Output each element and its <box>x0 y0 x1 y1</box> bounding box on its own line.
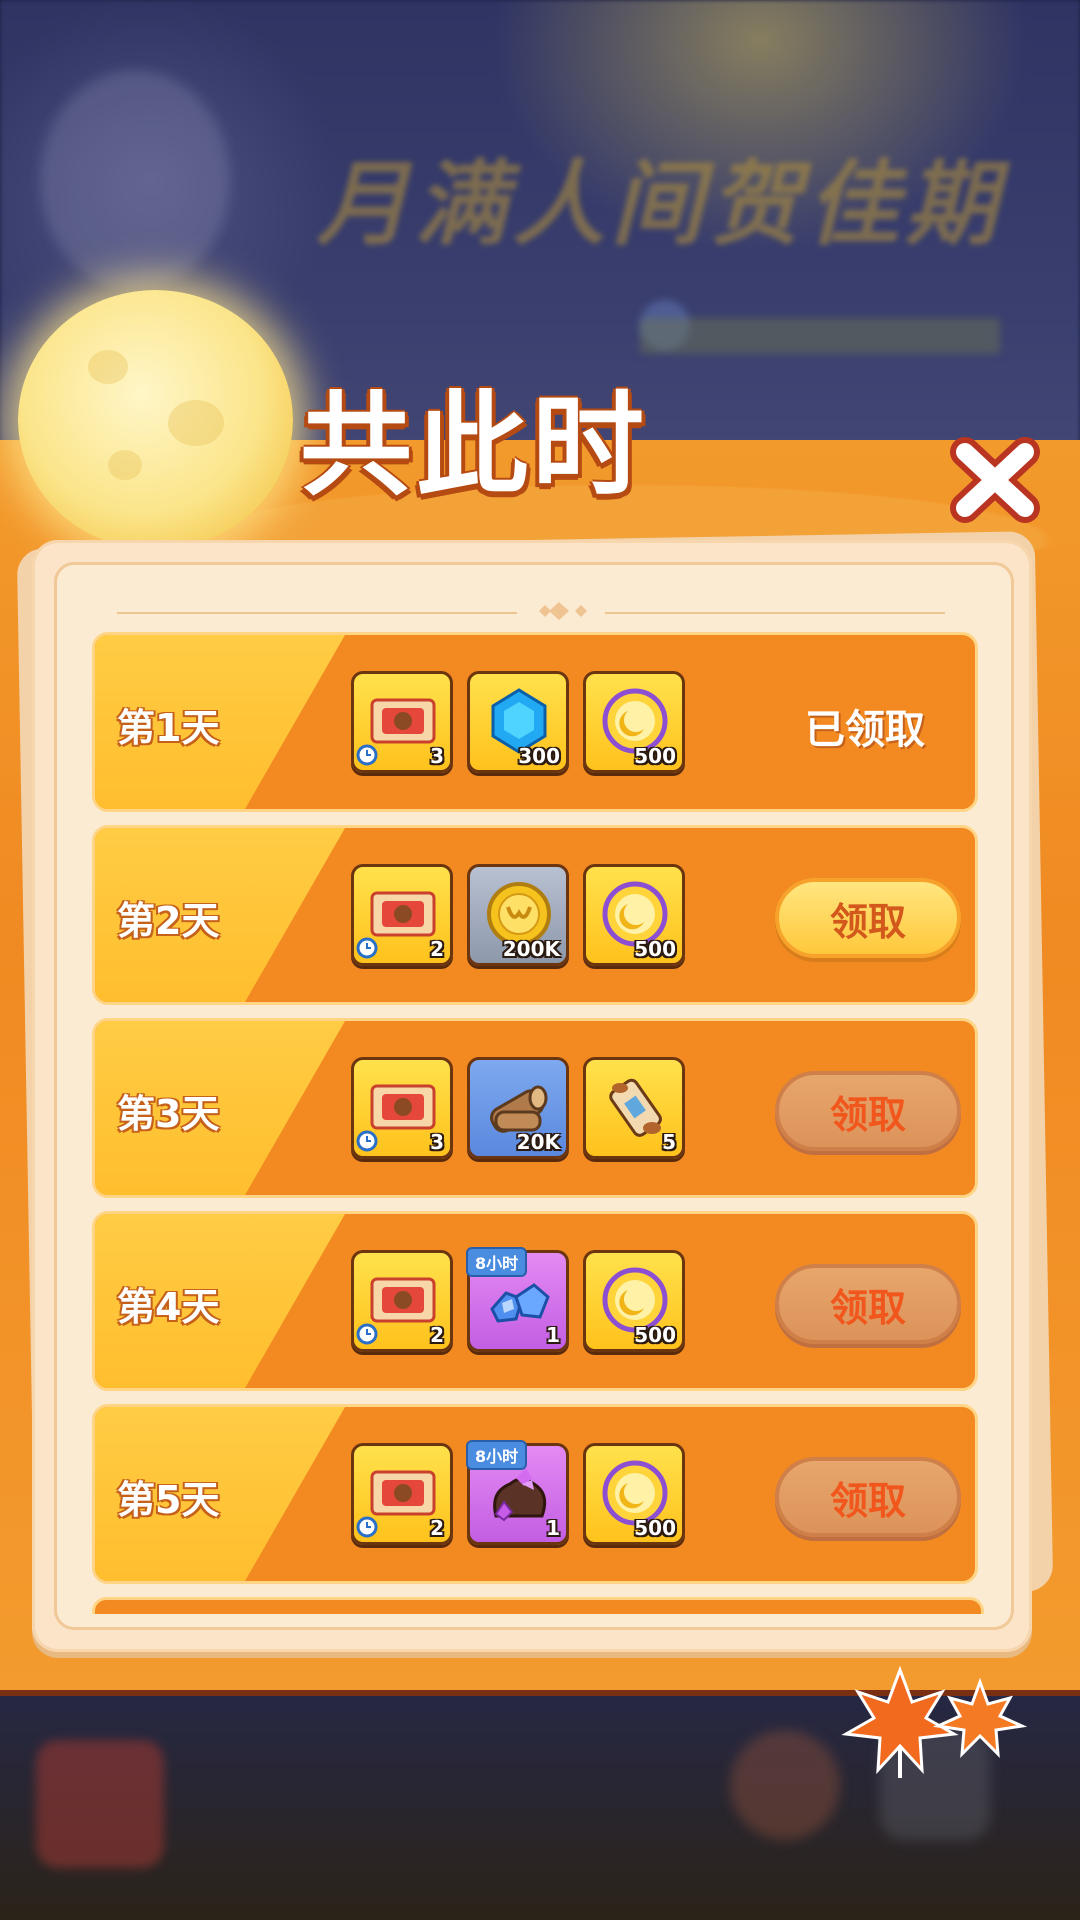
item-quantity: 500 <box>634 1323 676 1347</box>
reward-item[interactable]: 300 <box>467 671 569 773</box>
diamond-ornament-icon <box>539 602 587 620</box>
reward-item[interactable]: 500 <box>583 1443 685 1545</box>
clock-icon <box>356 1130 378 1152</box>
item-quantity: 2 <box>430 1516 444 1540</box>
item-quantity: 200K <box>502 937 560 961</box>
item-quantity: 500 <box>634 937 676 961</box>
item-quantity: 2 <box>430 937 444 961</box>
day-row-2: 第2天 2 200K 500 领取 <box>92 825 978 1005</box>
reward-item[interactable]: 500 <box>583 864 685 966</box>
item-quantity: 300 <box>518 744 560 768</box>
day-label: 第5天 <box>117 1478 220 1522</box>
clock-icon <box>356 937 378 959</box>
popup-title: 共此时 <box>300 381 648 511</box>
item-quantity: 3 <box>430 744 444 768</box>
reward-list: 第1天 3 300 500 已领取 第2天 2 200K 500 领取 第3天 … <box>92 632 978 1597</box>
reward-item[interactable]: 500 <box>583 671 685 773</box>
item-quantity: 1 <box>546 1323 560 1347</box>
item-quantity: 3 <box>430 1130 444 1154</box>
close-button[interactable] <box>945 430 1045 530</box>
background-banner-title: 月满人间贺佳期 <box>316 150 1003 258</box>
claim-button[interactable]: 领取 <box>775 1264 961 1344</box>
reward-item[interactable]: 8小时 1 <box>466 1440 569 1545</box>
item-quantity: 20K <box>516 1130 560 1154</box>
item-quantity: 2 <box>430 1323 444 1347</box>
day-label: 第1天 <box>117 706 220 750</box>
day-row-5: 第5天 2 8小时 1 500 领取 <box>92 1404 978 1584</box>
day-label: 第2天 <box>117 899 220 943</box>
claim-button[interactable]: 领取 <box>775 1071 961 1151</box>
reward-item[interactable]: 500 <box>583 1250 685 1352</box>
day-row-1: 第1天 3 300 500 已领取 <box>92 632 978 812</box>
day-row-3: 第3天 3 20K 5 领取 <box>92 1018 978 1198</box>
claim-button[interactable]: 领取 <box>775 1457 961 1537</box>
reward-item[interactable]: 3 <box>351 671 453 773</box>
reward-item[interactable]: 8小时 1 <box>466 1247 569 1352</box>
rabbit-silhouette <box>40 70 230 290</box>
day-label: 第3天 <box>117 1092 220 1136</box>
full-moon-decoration <box>18 290 293 550</box>
background-icon-left <box>730 1730 840 1840</box>
reward-item[interactable]: 5 <box>583 1057 685 1159</box>
claimed-status: 已领取 <box>805 707 925 753</box>
reward-item[interactable]: 2 <box>351 1250 453 1352</box>
day-row-4: 第4天 2 8小时 1 500 领取 <box>92 1211 978 1391</box>
clock-icon <box>356 744 378 766</box>
close-x-icon <box>950 437 1040 523</box>
claim-button[interactable]: 领取 <box>775 878 961 958</box>
duration-tag: 8小时 <box>466 1440 528 1470</box>
background-back-button <box>36 1740 164 1868</box>
item-quantity: 500 <box>634 1516 676 1540</box>
reward-item[interactable]: 2 <box>351 864 453 966</box>
day-row-6-peek <box>92 1597 984 1614</box>
reward-item[interactable]: 200K <box>467 864 569 966</box>
item-quantity: 1 <box>546 1516 560 1540</box>
duration-tag: 8小时 <box>466 1247 528 1277</box>
item-quantity: 5 <box>662 1130 676 1154</box>
background-progress <box>640 318 1000 354</box>
reward-item[interactable]: 3 <box>351 1057 453 1159</box>
maple-leaf-decoration <box>841 1665 1028 1778</box>
reward-item[interactable]: 20K <box>467 1057 569 1159</box>
item-quantity: 500 <box>634 744 676 768</box>
scroll-icon <box>609 1078 662 1137</box>
clock-icon <box>356 1323 378 1345</box>
reward-item[interactable]: 2 <box>351 1443 453 1545</box>
clock-icon <box>356 1516 378 1538</box>
day-label: 第4天 <box>117 1285 220 1329</box>
